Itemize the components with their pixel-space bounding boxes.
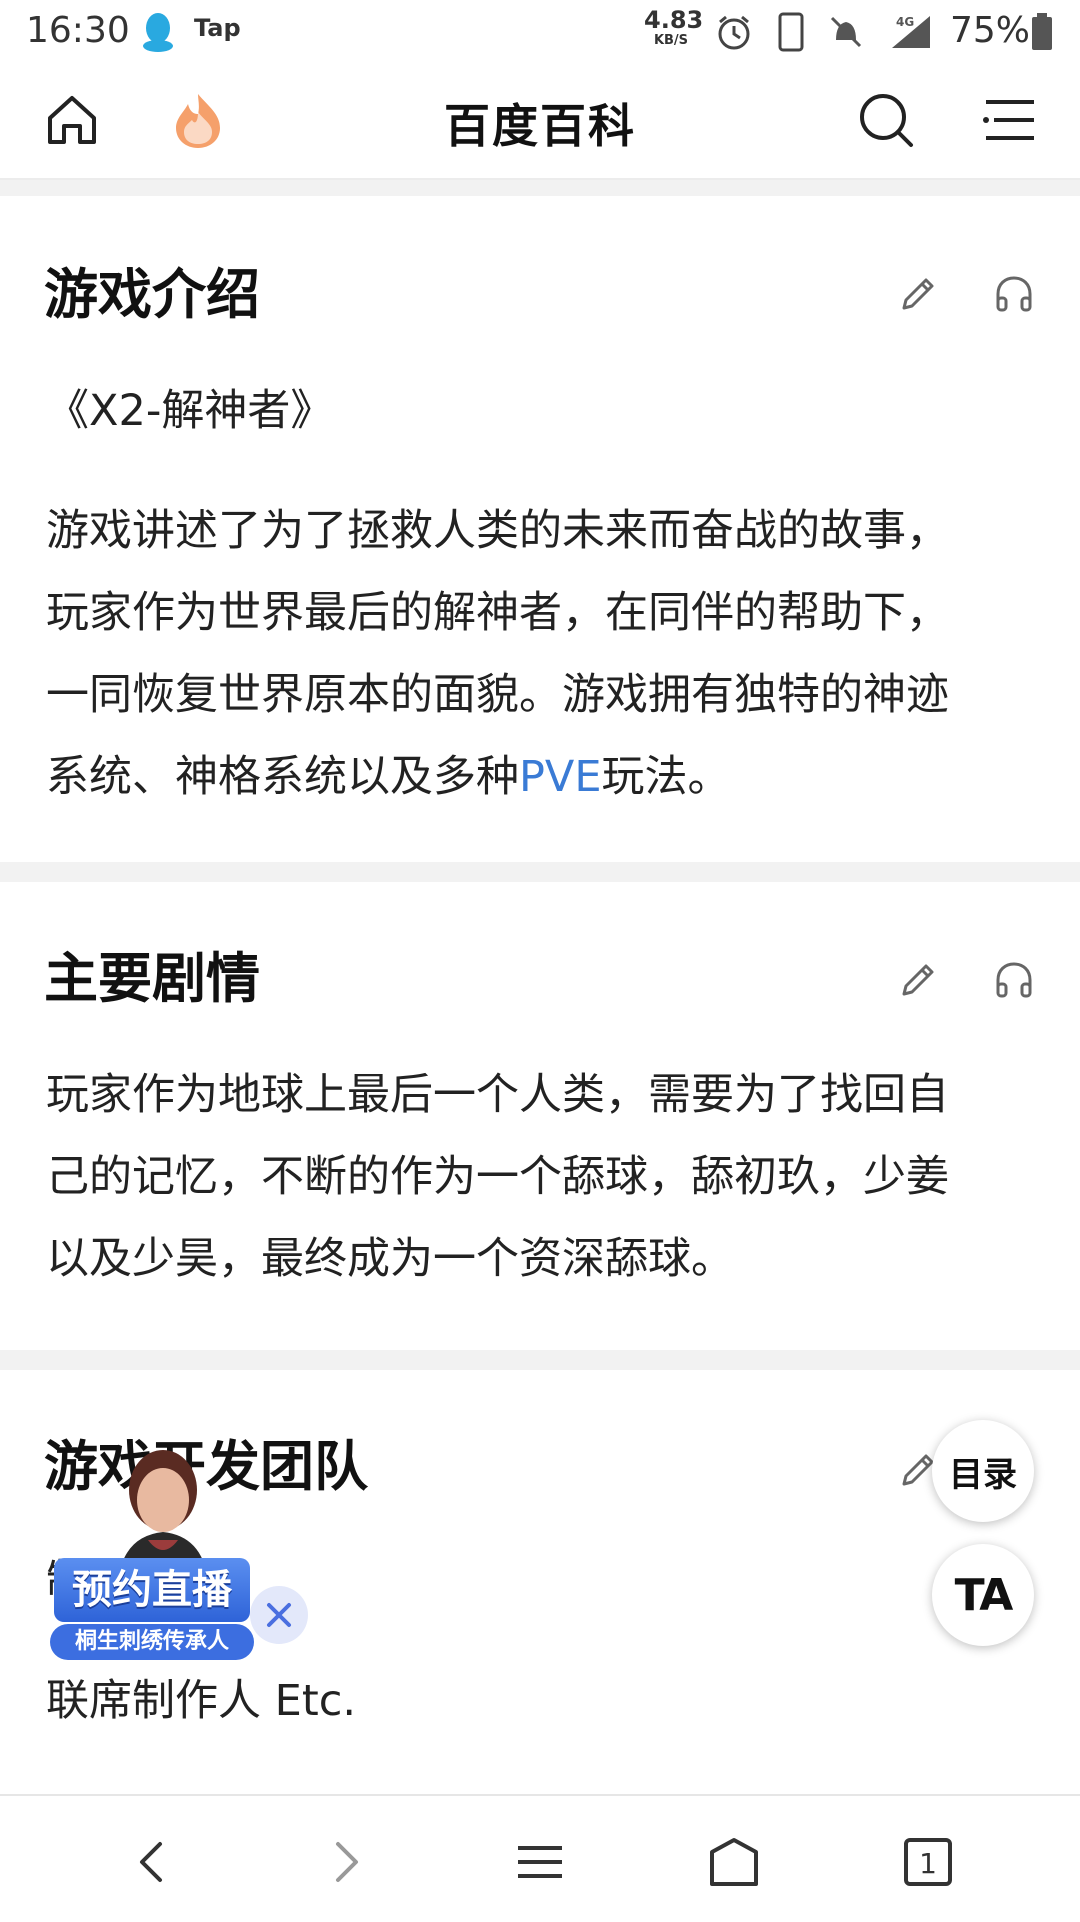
status-time: 16:30 [26, 10, 130, 51]
mute-icon [830, 16, 862, 48]
signal-icon: 4G [892, 15, 930, 48]
edit-icon[interactable] [896, 958, 940, 1002]
tap-app-label: Tap [194, 14, 241, 42]
team-line-coproducer: 联席制作人 Etc. [46, 1676, 357, 1726]
listen-icon[interactable] [992, 272, 1036, 316]
edit-icon[interactable] [896, 272, 940, 316]
net-speed: 4.83 KB/S [644, 8, 703, 48]
app-title: 百度百科 [444, 99, 636, 153]
section-title-intro: 游戏介绍 [44, 263, 260, 326]
section-divider [0, 1350, 1080, 1370]
plot-line: 己的记忆，不断的作为一个舔球，舔初玖，少姜 [46, 1152, 949, 1202]
ta-button[interactable]: TA [932, 1544, 1034, 1646]
menu-icon[interactable] [510, 1832, 570, 1892]
plot-line: 玩家作为地球上最后一个人类，需要为了找回自 [46, 1070, 949, 1120]
home-icon[interactable] [704, 1832, 764, 1892]
phone-icon [778, 12, 804, 52]
intro-paragraph: 游戏讲述了为了拯救人类的未来而奋战的故事， 玩家作为世界最后的解神者，在同伴的帮… [46, 490, 1042, 818]
intro-line: 一同恢复世界原本的面貌。游戏拥有独特的神迹 [46, 670, 949, 720]
live-promo-banner[interactable]: 预约直播 桐生刺绣传承人 [48, 1440, 318, 1660]
back-icon[interactable] [122, 1832, 182, 1892]
intro-line-text: 玩法。 [601, 752, 731, 802]
net-speed-unit: KB/S [653, 33, 689, 48]
intro-subtitle: 《X2-解神者》 [46, 386, 334, 436]
section-divider [0, 180, 1080, 196]
listen-icon[interactable] [992, 958, 1036, 1002]
battery-icon [1032, 13, 1052, 50]
menu-icon[interactable] [980, 90, 1040, 150]
qq-icon [143, 13, 173, 52]
status-bar: 16:30 Tap 4.83 KB/S 4G 75% [0, 0, 1080, 62]
browser-bottom-nav: 1 [0, 1794, 1080, 1922]
app-header: 百度百科 [0, 62, 1080, 180]
close-icon [267, 1603, 291, 1627]
battery-percent: 75% [950, 10, 1031, 51]
forward-icon[interactable] [316, 1832, 376, 1892]
alarm-icon [718, 15, 750, 50]
intro-line: 系统、神格系统以及多种PVE玩法。 [46, 736, 1042, 818]
promo-close-button[interactable] [250, 1586, 308, 1644]
section-title-plot: 主要剧情 [44, 947, 260, 1010]
tab-count: 1 [919, 1847, 937, 1880]
intro-line-text: 系统、神格系统以及多种 [46, 752, 519, 802]
tabs-icon[interactable]: 1 [898, 1832, 958, 1892]
promo-badge: 预约直播 [54, 1558, 250, 1622]
toc-button[interactable]: 目录 [932, 1420, 1034, 1522]
signal-label: 4G [896, 15, 914, 29]
plot-paragraph: 玩家作为地球上最后一个人类，需要为了找回自 己的记忆，不断的作为一个舔球，舔初玖… [46, 1054, 1042, 1300]
intro-line: 游戏讲述了为了拯救人类的未来而奋战的故事， [46, 506, 949, 556]
net-speed-value: 4.83 [644, 6, 704, 34]
plot-line: 以及少昊，最终成为一个资深舔球。 [46, 1234, 734, 1284]
intro-line: 玩家作为世界最后的解神者，在同伴的帮助下， [46, 588, 949, 638]
section-divider [0, 862, 1080, 882]
search-icon[interactable] [856, 90, 916, 150]
pve-link[interactable]: PVE [519, 752, 602, 802]
promo-subtitle: 桐生刺绣传承人 [50, 1624, 254, 1660]
